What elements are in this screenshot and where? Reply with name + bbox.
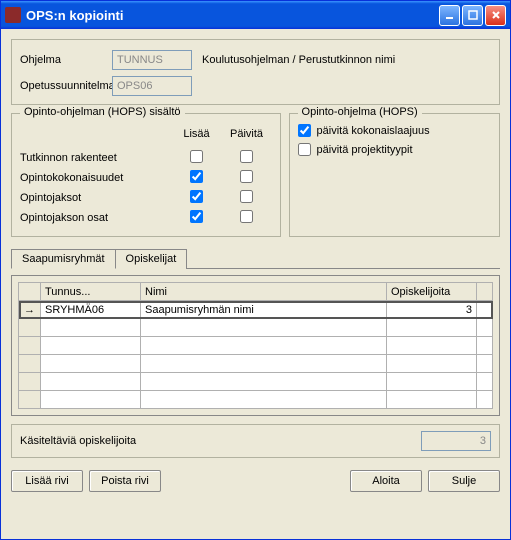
col-add-header: Lisää	[172, 128, 222, 140]
table-row[interactable]	[19, 337, 493, 355]
minimize-button[interactable]	[439, 5, 460, 26]
content-row: Opintojaksot	[20, 188, 272, 208]
content-row: Tutkinnon rakenteet	[20, 148, 272, 168]
update-scope-checkbox[interactable]	[298, 124, 311, 137]
delete-row-button[interactable]: Poista rivi	[89, 470, 161, 492]
start-button[interactable]: Aloita	[350, 470, 422, 492]
content-row-label: Opintokokonaisuudet	[20, 172, 172, 184]
add-checkbox[interactable]	[190, 170, 203, 183]
table-row[interactable]: →SRYHMÄ06Saapumisryhmän nimi3	[19, 301, 493, 319]
add-checkbox[interactable]	[190, 210, 203, 223]
content-row-label: Opintojaksot	[20, 192, 172, 204]
summary-group: Käsiteltäviä opiskelijoita	[11, 424, 500, 458]
update-scope-label: päivitä kokonaislaajuus	[317, 125, 430, 137]
tab-students[interactable]: Opiskelijat	[115, 249, 188, 269]
ohjelma-desc: Koulutusohjelman / Perustutkinnon nimi	[202, 54, 395, 66]
titlebar: OPS:n kopiointi	[1, 1, 510, 29]
content-row: Opintokokonaisuudet	[20, 168, 272, 188]
program-group: Ohjelma Koulutusohjelman / Perustutkinno…	[11, 39, 500, 105]
close-button[interactable]	[485, 5, 506, 26]
window: OPS:n kopiointi Ohjelma Koulutusohjelman…	[0, 0, 511, 540]
ohjelma-label: Ohjelma	[20, 54, 112, 66]
content-row-label: Tutkinnon rakenteet	[20, 152, 172, 164]
table-row[interactable]	[19, 373, 493, 391]
window-title: OPS:n kopiointi	[26, 8, 437, 23]
hops-content-group: Opinto-ohjelman (HOPS) sisältö Lisää Päi…	[11, 113, 281, 237]
update-checkbox[interactable]	[240, 190, 253, 203]
grid-col-nimi[interactable]: Nimi	[141, 283, 387, 301]
close-dialog-button[interactable]: Sulje	[428, 470, 500, 492]
update-checkbox[interactable]	[240, 210, 253, 223]
grid-container: Tunnus... Nimi Opiskelijoita →SRYHMÄ06Sa…	[11, 275, 500, 416]
hops-title: Opinto-ohjelma (HOPS)	[298, 106, 422, 118]
app-icon	[5, 7, 21, 23]
summary-label: Käsiteltäviä opiskelijoita	[20, 435, 136, 447]
cell-tunnus[interactable]: SRYHMÄ06	[41, 301, 141, 319]
content-row: Opintojakson osat	[20, 208, 272, 228]
ops-input[interactable]	[112, 76, 192, 96]
table-row[interactable]	[19, 391, 493, 409]
add-row-button[interactable]: Lisää rivi	[11, 470, 83, 492]
data-grid[interactable]: Tunnus... Nimi Opiskelijoita →SRYHMÄ06Sa…	[18, 282, 493, 409]
col-update-header: Päivitä	[222, 128, 272, 140]
row-indicator-icon: →	[19, 301, 41, 319]
grid-col-tunnus[interactable]: Tunnus...	[41, 283, 141, 301]
tabs: Saapumisryhmät Opiskelijat Tunnus... Nim…	[11, 249, 500, 416]
update-projecttypes-checkbox[interactable]	[298, 143, 311, 156]
content-row-label: Opintojakson osat	[20, 212, 172, 224]
update-checkbox[interactable]	[240, 150, 253, 163]
hops-group: Opinto-ohjelma (HOPS) päivitä kokonaisla…	[289, 113, 500, 237]
maximize-button[interactable]	[462, 5, 483, 26]
update-checkbox[interactable]	[240, 170, 253, 183]
summary-value	[421, 431, 491, 451]
cell-opisk[interactable]: 3	[387, 301, 477, 319]
cell-nimi[interactable]: Saapumisryhmän nimi	[141, 301, 387, 319]
table-row[interactable]	[19, 319, 493, 337]
table-row[interactable]	[19, 355, 493, 373]
update-projecttypes-label: päivitä projektityypit	[317, 144, 413, 156]
grid-col-opisk[interactable]: Opiskelijoita	[387, 283, 477, 301]
add-checkbox[interactable]	[190, 150, 203, 163]
tab-arrival-groups[interactable]: Saapumisryhmät	[11, 249, 116, 269]
ops-label: Opetussuunnitelma	[20, 80, 112, 92]
hops-content-title: Opinto-ohjelman (HOPS) sisältö	[20, 106, 185, 118]
ohjelma-input[interactable]	[112, 50, 192, 70]
add-checkbox[interactable]	[190, 190, 203, 203]
